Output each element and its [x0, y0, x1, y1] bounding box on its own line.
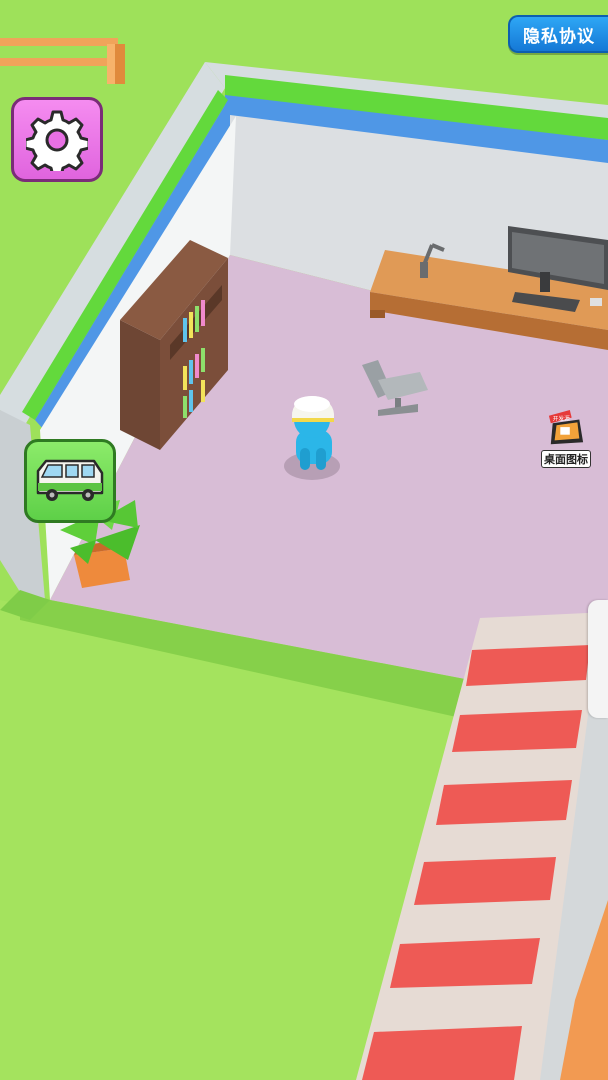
vehicle-button[interactable] [24, 439, 116, 523]
settings-button[interactable] [11, 97, 103, 182]
side-drawer-tab[interactable] [588, 600, 608, 718]
pc-icon: 开发源 [548, 410, 584, 445]
desktop-icon-label: 桌面图标 [541, 450, 591, 468]
privacy-policy-button[interactable]: 隐私协议 [508, 15, 608, 53]
gear-icon [26, 110, 88, 171]
desktop-icon-ribbon: 开发源 [553, 414, 570, 422]
desktop-icon-button[interactable]: 开发源 桌面图标 [538, 410, 594, 468]
van-icon [36, 459, 104, 501]
privacy-policy-label: 隐私协议 [523, 26, 595, 47]
